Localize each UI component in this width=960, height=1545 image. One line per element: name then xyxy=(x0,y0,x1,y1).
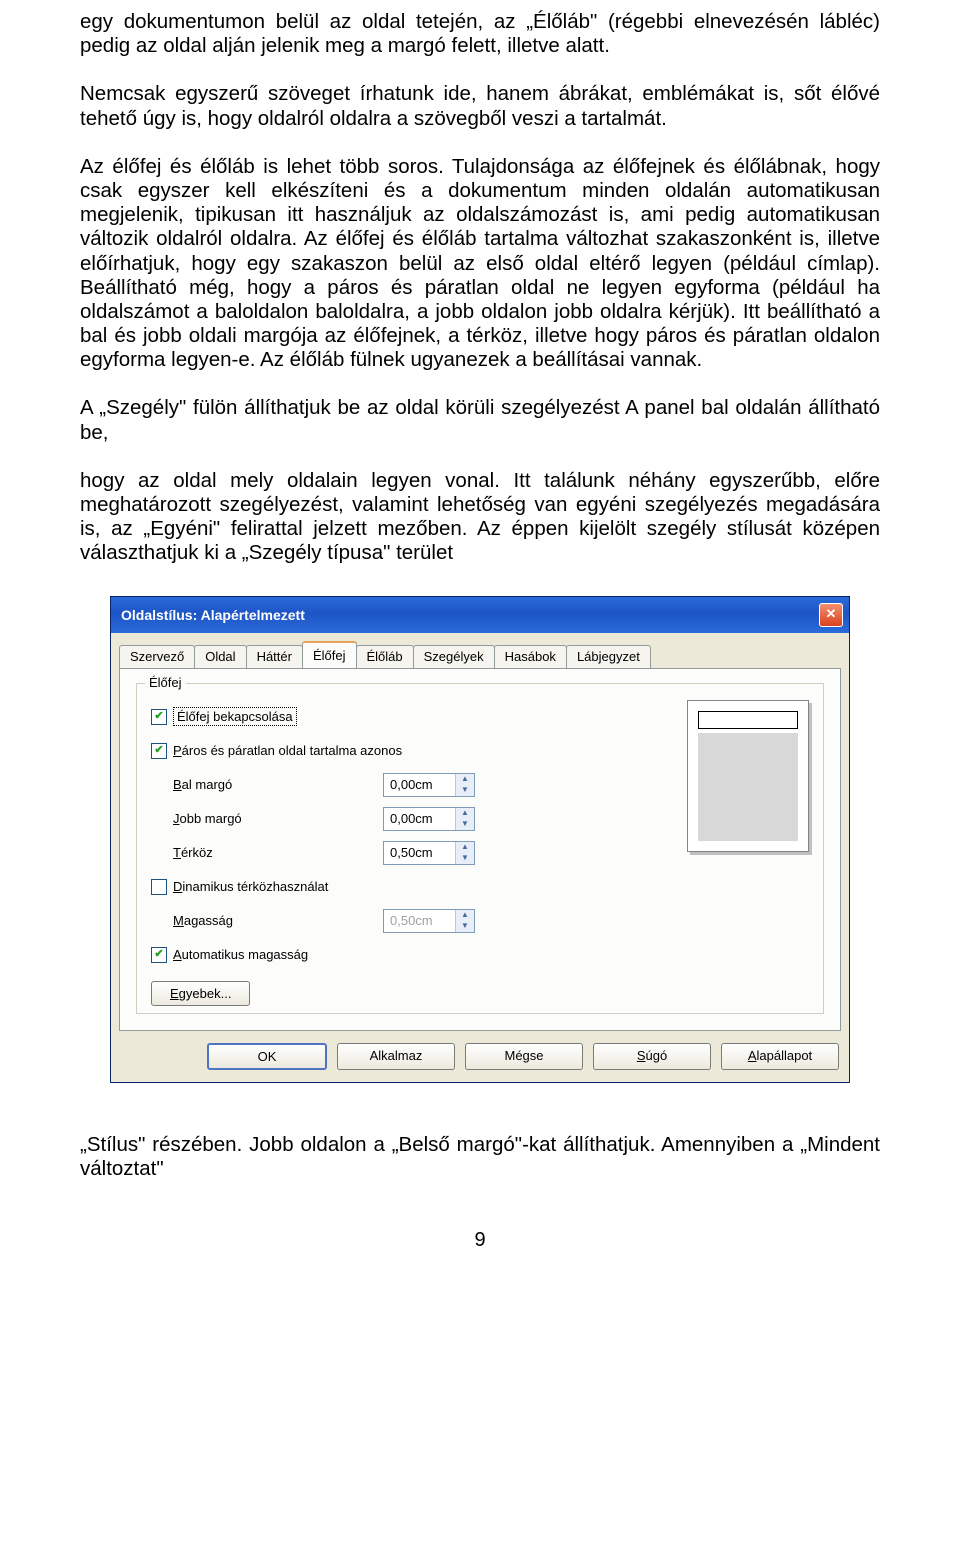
tab-oldal[interactable]: Oldal xyxy=(194,645,246,668)
spinner-spacing[interactable]: 0,50cm ▲▼ xyxy=(383,841,475,865)
checkbox-auto-height[interactable]: ✔ xyxy=(151,947,167,963)
label-height: Magasság xyxy=(151,913,383,928)
tab-elofej[interactable]: Élőfej xyxy=(302,641,357,668)
spinner-arrows-icon[interactable]: ▲▼ xyxy=(455,774,474,796)
label-auto-height: Automatikus magasság xyxy=(173,947,308,962)
row-height: Magasság 0,50cm ▲▼ xyxy=(151,904,667,938)
paragraph-6: „Stílus" részében. Jobb oldalon a „Belső… xyxy=(80,1133,880,1181)
paragraph-5: hogy az oldal mely oldalain legyen vonal… xyxy=(80,469,880,566)
tab-panel: Élőfej ✔ Élőfej bekapcsolása ✔ Páros és … xyxy=(119,668,841,1031)
value-spacing: 0,50cm xyxy=(384,842,455,864)
cancel-button[interactable]: Mégse xyxy=(465,1043,583,1070)
label-enable: Élőfej bekapcsolása xyxy=(173,707,297,726)
row-right-margin: Jobb margó 0,00cm ▲▼ xyxy=(151,802,667,836)
groupbox-elofej: Élőfej ✔ Élőfej bekapcsolása ✔ Páros és … xyxy=(136,683,824,1014)
row-left-margin: Bal margó 0,00cm ▲▼ xyxy=(151,768,667,802)
tab-szervezo[interactable]: Szervező xyxy=(119,645,195,668)
checkbox-same[interactable]: ✔ xyxy=(151,743,167,759)
page-number: 9 xyxy=(80,1229,880,1252)
dialog-titlebar: Oldalstílus: Alapértelmezett ✕ xyxy=(111,597,849,633)
row-same: ✔ Páros és páratlan oldal tartalma azono… xyxy=(151,734,667,768)
help-button[interactable]: Súgó xyxy=(593,1043,711,1070)
value-right-margin: 0,00cm xyxy=(384,808,455,830)
label-dynamic: Dinamikus térközhasználat xyxy=(173,879,328,894)
tab-szegelyek[interactable]: Szegélyek xyxy=(413,645,495,668)
spinner-left-margin[interactable]: 0,00cm ▲▼ xyxy=(383,773,475,797)
apply-button[interactable]: Alkalmaz xyxy=(337,1043,455,1070)
page-preview xyxy=(687,700,809,852)
label-left-margin: Bal margó xyxy=(151,777,383,792)
tab-hatter[interactable]: Háttér xyxy=(246,645,303,668)
spinner-arrows-icon[interactable]: ▲▼ xyxy=(455,808,474,830)
tab-hasabok[interactable]: Hasábok xyxy=(494,645,567,668)
checkbox-enable[interactable]: ✔ xyxy=(151,709,167,725)
dialog-title: Oldalstílus: Alapértelmezett xyxy=(121,607,305,623)
tab-labjegyzet[interactable]: Lábjegyzet xyxy=(566,645,651,668)
reset-button[interactable]: Alapállapot xyxy=(721,1043,839,1070)
paragraph-1: egy dokumentumon belül az oldal tetején,… xyxy=(80,10,880,58)
row-spacing: Térköz 0,50cm ▲▼ xyxy=(151,836,667,870)
row-dynamic: ✔ Dinamikus térközhasználat xyxy=(151,870,667,904)
dialog-button-row: OK Alkalmaz Mégse Súgó Alapállapot xyxy=(111,1039,849,1082)
paragraph-4: A „Szegély" fülön állíthatjuk be az olda… xyxy=(80,396,880,444)
paragraph-3: Az élőfej és élőláb is lehet több soros.… xyxy=(80,155,880,373)
ok-button[interactable]: OK xyxy=(207,1043,327,1070)
label-same: Páros és páratlan oldal tartalma azonos xyxy=(173,743,402,758)
groupbox-label: Élőfej xyxy=(145,675,186,690)
tab-elolab[interactable]: Élőláb xyxy=(356,645,414,668)
value-height: 0,50cm xyxy=(384,910,455,932)
tab-strip: Szervező Oldal Háttér Élőfej Élőláb Szeg… xyxy=(111,633,849,668)
row-enable: ✔ Élőfej bekapcsolása xyxy=(151,700,667,734)
preview-header-icon xyxy=(698,711,798,729)
spinner-arrows-icon[interactable]: ▲▼ xyxy=(455,842,474,864)
preview-body-icon xyxy=(698,733,798,841)
spinner-right-margin[interactable]: 0,00cm ▲▼ xyxy=(383,807,475,831)
spinner-arrows-icon[interactable]: ▲▼ xyxy=(455,910,474,932)
dialog-screenshot: Oldalstílus: Alapértelmezett ✕ Szervező … xyxy=(110,596,850,1083)
paragraph-2: Nemcsak egyszerű szöveget írhatunk ide, … xyxy=(80,82,880,130)
label-right-margin: Jobb margó xyxy=(151,811,383,826)
checkbox-dynamic[interactable]: ✔ xyxy=(151,879,167,895)
label-spacing: Térköz xyxy=(151,845,383,860)
value-left-margin: 0,00cm xyxy=(384,774,455,796)
row-auto-height: ✔ Automatikus magasság xyxy=(151,938,667,972)
extras-button[interactable]: Egyebek... xyxy=(151,981,250,1006)
spinner-height[interactable]: 0,50cm ▲▼ xyxy=(383,909,475,933)
close-icon[interactable]: ✕ xyxy=(819,603,843,627)
